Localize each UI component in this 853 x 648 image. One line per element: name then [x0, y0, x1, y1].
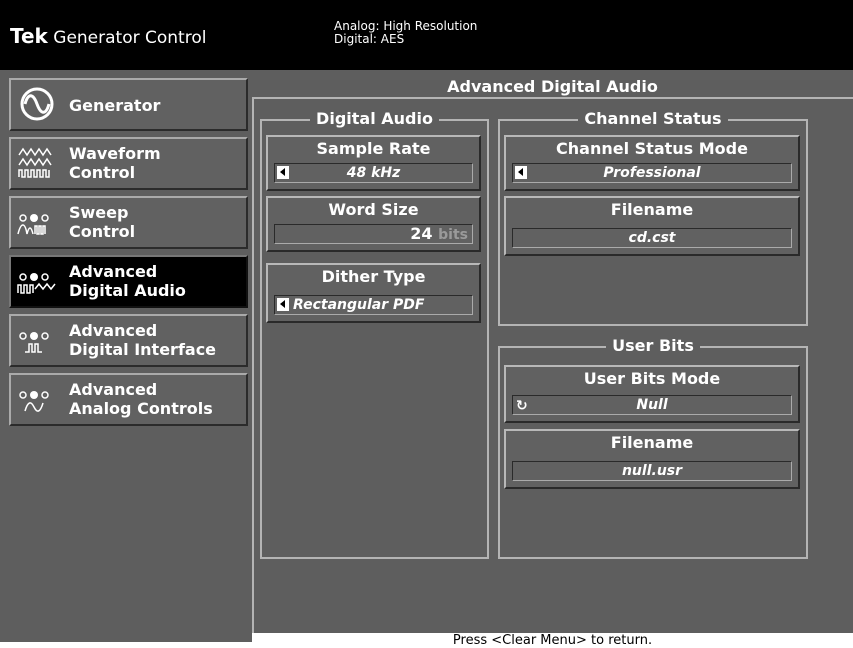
user-bits-filename-field[interactable]: null.usr [512, 461, 792, 481]
sidebar-item-label: Waveform Control [69, 144, 161, 182]
channel-status-filename-label: Filename [610, 200, 694, 219]
group-title: User Bits [500, 336, 806, 355]
sweep-icon [17, 214, 49, 235]
channel-status-mode-control[interactable]: Channel Status Mode Professional [504, 135, 800, 191]
group-title: Digital Audio [262, 109, 487, 128]
word-size-field[interactable]: 24 bits [274, 224, 473, 244]
sidebar-item-label: Generator [69, 96, 161, 115]
channel-status-mode-value: Professional [603, 165, 701, 181]
sample-rate-value: 48 kHz [346, 165, 401, 181]
user-bits-mode-label: User Bits Mode [583, 369, 721, 388]
app-title: Tek Generator Control [10, 24, 206, 48]
sample-rate-control[interactable]: Sample Rate 48 kHz [266, 135, 481, 191]
user-bits-filename-control[interactable]: Filename null.usr [504, 429, 800, 489]
sidebar-item-label: Advanced Analog Controls [69, 380, 213, 418]
dither-type-label: Dither Type [321, 267, 426, 286]
waveform-icon [18, 147, 52, 178]
digital-audio-group: Digital Audio Sample Rate 48 kHz Word Si… [260, 109, 489, 559]
left-arrow-icon[interactable] [515, 166, 527, 179]
sidebar-item-label: Advanced Digital Interface [69, 321, 217, 359]
group-title-text: Digital Audio [310, 109, 439, 128]
user-bits-group: User Bits User Bits Mode ↻ Null Filename… [498, 336, 808, 559]
word-size-unit: bits [438, 227, 468, 243]
title-bar: Tek Generator Control Analog: High Resol… [0, 0, 853, 70]
sidebar-item-label: Advanced Digital Audio [69, 262, 186, 300]
sidebar-item-waveform-control[interactable]: Waveform Control [9, 137, 248, 190]
user-bits-mode-field[interactable]: ↻ Null [512, 395, 792, 415]
cycle-icon[interactable]: ↻ [516, 397, 528, 415]
word-size-label: Word Size [328, 200, 419, 219]
channel-status-filename-value: cd.cst [628, 230, 676, 246]
sine-wave-icon [20, 87, 54, 121]
group-title: Channel Status [500, 109, 806, 128]
sample-rate-label: Sample Rate [316, 139, 431, 158]
dither-type-field[interactable]: Rectangular PDF [274, 295, 473, 315]
app-title-text: Generator Control [53, 28, 207, 48]
sidebar-item-advanced-digital-interface[interactable]: Advanced Digital Interface [9, 314, 248, 367]
generator-screen: Tek Generator Control Analog: High Resol… [0, 0, 853, 642]
channel-status-mode-field[interactable]: Professional [512, 163, 792, 183]
sidebar-item-label: Sweep Control [69, 203, 136, 241]
group-title-text: User Bits [606, 336, 700, 355]
digital-interface-icon [19, 332, 49, 353]
channel-status-group: Channel Status Channel Status Mode Profe… [498, 109, 808, 326]
word-size-value: 24 [410, 224, 433, 243]
footer-hint: Press <Clear Menu> to return. [252, 633, 853, 648]
analog-controls-icon [19, 391, 49, 412]
channel-status-mode-label: Channel Status Mode [556, 139, 748, 158]
dither-type-value: Rectangular PDF [293, 297, 425, 313]
page-title: Advanced Digital Audio [447, 77, 658, 96]
word-size-control[interactable]: Word Size 24 bits [266, 196, 481, 252]
signal-digital: Digital: AES [334, 32, 405, 46]
sidebar-item-advanced-digital-audio[interactable]: Advanced Digital Audio [9, 255, 248, 308]
left-arrow-icon[interactable] [277, 298, 289, 311]
user-bits-mode-control[interactable]: User Bits Mode ↻ Null [504, 365, 800, 423]
user-bits-filename-label: Filename [610, 433, 694, 452]
channel-status-filename-control[interactable]: Filename cd.cst [504, 196, 800, 256]
sidebar-item-generator[interactable]: Generator [9, 78, 248, 131]
sidebar-item-advanced-analog-controls[interactable]: Advanced Analog Controls [9, 373, 248, 426]
sidebar-item-sweep-control[interactable]: Sweep Control [9, 196, 248, 249]
brand-logo: Tek [10, 24, 48, 48]
digital-audio-icon [17, 273, 56, 294]
user-bits-mode-value: Null [636, 397, 668, 413]
user-bits-filename-value: null.usr [621, 463, 683, 479]
dither-type-control[interactable]: Dither Type Rectangular PDF [266, 263, 481, 323]
channel-status-filename-field[interactable]: cd.cst [512, 228, 792, 248]
group-title-text: Channel Status [578, 109, 728, 128]
left-arrow-icon[interactable] [277, 166, 289, 179]
signal-info: Analog: High Resolution Digital: AES [334, 20, 477, 46]
sample-rate-field[interactable]: 48 kHz [274, 163, 473, 183]
